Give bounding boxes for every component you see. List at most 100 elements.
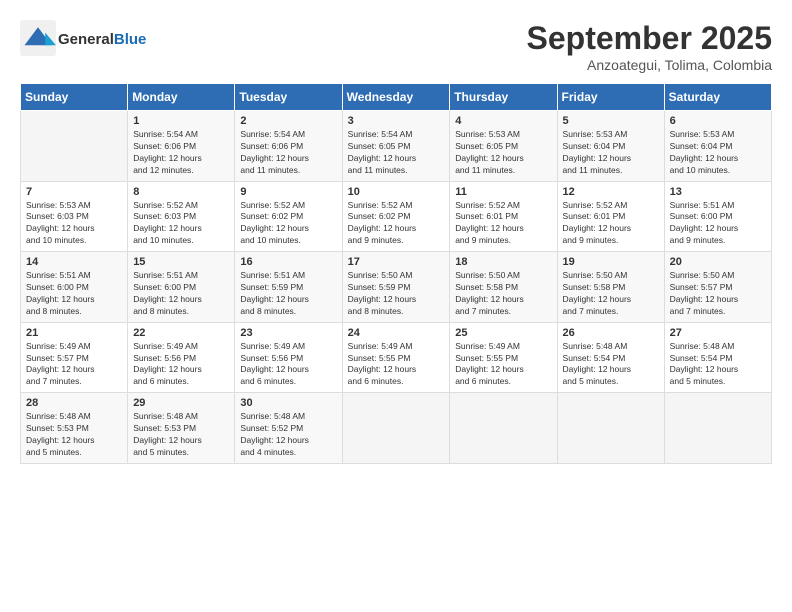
week-row-5: 28 Sunrise: 5:48 AM Sunset: 5:53 PM Dayli… <box>21 393 772 464</box>
day-cell: 9Sunrise: 5:52 AM Sunset: 6:02 PM Daylig… <box>235 181 342 252</box>
day-info: Sunrise: 5:54 AM Sunset: 6:06 PM Dayligh… <box>133 129 229 177</box>
day-cell: 23Sunrise: 5:49 AM Sunset: 5:56 PM Dayli… <box>235 322 342 393</box>
day-info: Sunrise: 5:50 AM Sunset: 5:58 PM Dayligh… <box>455 270 551 318</box>
day-cell: 6Sunrise: 5:53 AM Sunset: 6:04 PM Daylig… <box>664 111 771 182</box>
day-number: 24 <box>348 327 445 339</box>
page-header: GeneralBlue September 2025 Anzoategui, T… <box>20 20 772 73</box>
day-info: Sunrise: 5:49 AM Sunset: 5:56 PM Dayligh… <box>133 341 229 389</box>
day-info: Sunrise: 5:49 AM Sunset: 5:55 PM Dayligh… <box>348 341 445 389</box>
day-cell: 29 Sunrise: 5:48 AM Sunset: 5:53 PM Dayli… <box>128 393 235 464</box>
day-cell <box>21 111 128 182</box>
day-number: 17 <box>348 256 445 268</box>
day-cell: 4 Sunrise: 5:53 AM Sunset: 6:05 PM Daylig… <box>450 111 557 182</box>
day-cell <box>557 393 664 464</box>
month-title: September 2025 <box>527 20 772 57</box>
day-info: Sunrise: 5:54 AM Sunset: 6:06 PM Dayligh… <box>240 129 336 177</box>
day-number: 4 <box>455 115 551 127</box>
day-info: Sunrise: 5:48 AM Sunset: 5:53 PM Dayligh… <box>26 411 122 459</box>
day-cell: 10 Sunrise: 5:52 AM Sunset: 6:02 PM Dayli… <box>342 181 450 252</box>
day-number: 20 <box>670 256 766 268</box>
day-cell: 21Sunrise: 5:49 AM Sunset: 5:57 PM Dayli… <box>21 322 128 393</box>
day-cell: 11 Sunrise: 5:52 AM Sunset: 6:01 PM Dayli… <box>450 181 557 252</box>
day-info: Sunrise: 5:51 AM Sunset: 5:59 PM Dayligh… <box>240 270 336 318</box>
col-tuesday: Tuesday <box>235 84 342 111</box>
day-info: Sunrise: 5:52 AM Sunset: 6:03 PM Dayligh… <box>133 200 229 248</box>
logo-general-text: GeneralBlue <box>58 28 146 49</box>
day-info: Sunrise: 5:49 AM Sunset: 5:55 PM Dayligh… <box>455 341 551 389</box>
day-number: 29 <box>133 397 229 409</box>
day-number: 3 <box>348 115 445 127</box>
day-info: Sunrise: 5:52 AM Sunset: 6:01 PM Dayligh… <box>563 200 659 248</box>
day-cell: 13Sunrise: 5:51 AM Sunset: 6:00 PM Dayli… <box>664 181 771 252</box>
day-number: 2 <box>240 115 336 127</box>
day-cell: 27 Sunrise: 5:48 AM Sunset: 5:54 PM Dayli… <box>664 322 771 393</box>
day-cell: 26 Sunrise: 5:48 AM Sunset: 5:54 PM Dayli… <box>557 322 664 393</box>
day-number: 5 <box>563 115 659 127</box>
calendar-table: Sunday Monday Tuesday Wednesday Thursday… <box>20 83 772 464</box>
day-number: 27 <box>670 327 766 339</box>
day-cell: 2 Sunrise: 5:54 AM Sunset: 6:06 PM Daylig… <box>235 111 342 182</box>
day-number: 1 <box>133 115 229 127</box>
col-sunday: Sunday <box>21 84 128 111</box>
day-cell: 19Sunrise: 5:50 AM Sunset: 5:58 PM Dayli… <box>557 252 664 323</box>
day-number: 12 <box>563 186 659 198</box>
location: Anzoategui, Tolima, Colombia <box>527 57 772 73</box>
day-number: 9 <box>240 186 336 198</box>
week-row-2: 7 Sunrise: 5:53 AM Sunset: 6:03 PM Daylig… <box>21 181 772 252</box>
day-number: 22 <box>133 327 229 339</box>
day-cell <box>664 393 771 464</box>
day-cell: 1 Sunrise: 5:54 AM Sunset: 6:06 PM Daylig… <box>128 111 235 182</box>
day-cell: 16 Sunrise: 5:51 AM Sunset: 5:59 PM Dayli… <box>235 252 342 323</box>
day-number: 15 <box>133 256 229 268</box>
day-cell: 17 Sunrise: 5:50 AM Sunset: 5:59 PM Dayli… <box>342 252 450 323</box>
day-number: 28 <box>26 397 122 409</box>
day-info: Sunrise: 5:48 AM Sunset: 5:54 PM Dayligh… <box>563 341 659 389</box>
day-cell: 5 Sunrise: 5:53 AM Sunset: 6:04 PM Daylig… <box>557 111 664 182</box>
day-cell: 14Sunrise: 5:51 AM Sunset: 6:00 PM Dayli… <box>21 252 128 323</box>
col-thursday: Thursday <box>450 84 557 111</box>
title-block: September 2025 Anzoategui, Tolima, Colom… <box>527 20 772 73</box>
day-info: Sunrise: 5:50 AM Sunset: 5:59 PM Dayligh… <box>348 270 445 318</box>
header-row: Sunday Monday Tuesday Wednesday Thursday… <box>21 84 772 111</box>
day-info: Sunrise: 5:52 AM Sunset: 6:01 PM Dayligh… <box>455 200 551 248</box>
day-number: 26 <box>563 327 659 339</box>
col-wednesday: Wednesday <box>342 84 450 111</box>
day-cell: 15 Sunrise: 5:51 AM Sunset: 6:00 PM Dayli… <box>128 252 235 323</box>
col-saturday: Saturday <box>664 84 771 111</box>
day-info: Sunrise: 5:54 AM Sunset: 6:05 PM Dayligh… <box>348 129 445 177</box>
day-number: 7 <box>26 186 122 198</box>
day-number: 30 <box>240 397 336 409</box>
day-info: Sunrise: 5:53 AM Sunset: 6:04 PM Dayligh… <box>563 129 659 177</box>
day-info: Sunrise: 5:53 AM Sunset: 6:03 PM Dayligh… <box>26 200 122 248</box>
day-cell: 25Sunrise: 5:49 AM Sunset: 5:55 PM Dayli… <box>450 322 557 393</box>
day-number: 11 <box>455 186 551 198</box>
day-cell: 28 Sunrise: 5:48 AM Sunset: 5:53 PM Dayli… <box>21 393 128 464</box>
week-row-1: 1 Sunrise: 5:54 AM Sunset: 6:06 PM Daylig… <box>21 111 772 182</box>
day-cell: 3 Sunrise: 5:54 AM Sunset: 6:05 PM Daylig… <box>342 111 450 182</box>
day-number: 21 <box>26 327 122 339</box>
day-info: Sunrise: 5:51 AM Sunset: 6:00 PM Dayligh… <box>133 270 229 318</box>
day-info: Sunrise: 5:52 AM Sunset: 6:02 PM Dayligh… <box>348 200 445 248</box>
day-cell: 22 Sunrise: 5:49 AM Sunset: 5:56 PM Dayli… <box>128 322 235 393</box>
day-info: Sunrise: 5:50 AM Sunset: 5:58 PM Dayligh… <box>563 270 659 318</box>
day-info: Sunrise: 5:51 AM Sunset: 6:00 PM Dayligh… <box>670 200 766 248</box>
day-cell: 20 Sunrise: 5:50 AM Sunset: 5:57 PM Dayli… <box>664 252 771 323</box>
day-number: 18 <box>455 256 551 268</box>
day-info: Sunrise: 5:49 AM Sunset: 5:56 PM Dayligh… <box>240 341 336 389</box>
day-number: 16 <box>240 256 336 268</box>
day-number: 10 <box>348 186 445 198</box>
day-cell: 30Sunrise: 5:48 AM Sunset: 5:52 PM Dayli… <box>235 393 342 464</box>
logo: GeneralBlue <box>20 20 146 56</box>
day-cell <box>342 393 450 464</box>
day-info: Sunrise: 5:48 AM Sunset: 5:54 PM Dayligh… <box>670 341 766 389</box>
day-number: 14 <box>26 256 122 268</box>
week-row-3: 14 Sunrise: 5:51 AM Sunset: 6:00 PM Dayli… <box>21 252 772 323</box>
day-cell <box>450 393 557 464</box>
day-number: 8 <box>133 186 229 198</box>
day-info: Sunrise: 5:53 AM Sunset: 6:05 PM Dayligh… <box>455 129 551 177</box>
day-info: Sunrise: 5:48 AM Sunset: 5:53 PM Dayligh… <box>133 411 229 459</box>
logo-icon <box>20 20 56 56</box>
day-info: Sunrise: 5:50 AM Sunset: 5:57 PM Dayligh… <box>670 270 766 318</box>
day-cell: 18 Sunrise: 5:50 AM Sunset: 5:58 PM Dayli… <box>450 252 557 323</box>
day-cell: 12 Sunrise: 5:52 AM Sunset: 6:01 PM Dayli… <box>557 181 664 252</box>
